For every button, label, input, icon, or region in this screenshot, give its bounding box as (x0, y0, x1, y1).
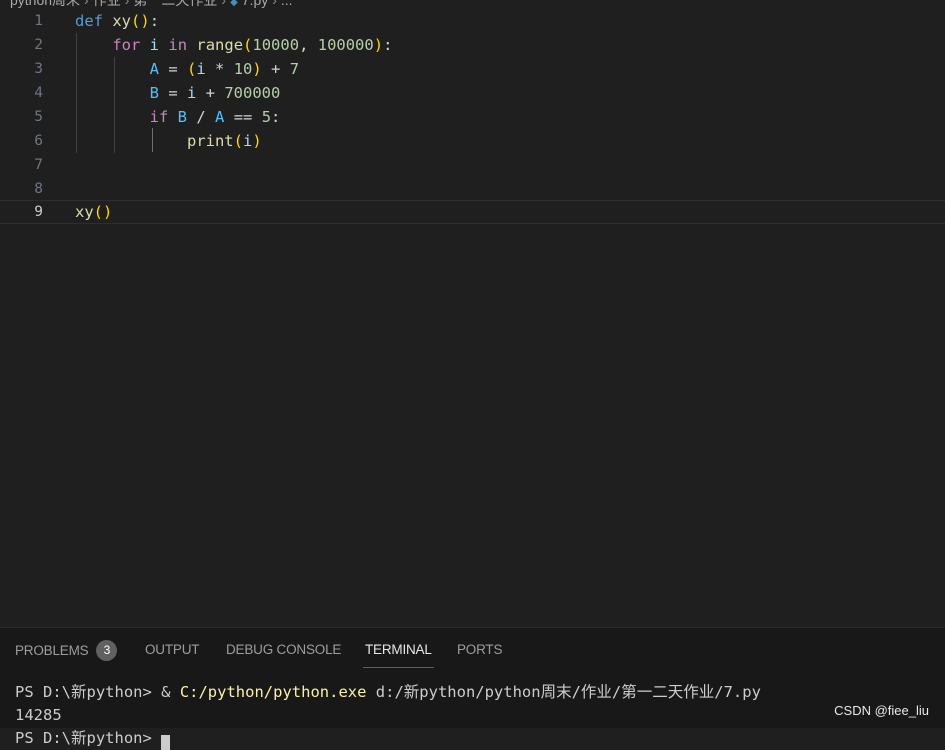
bracket: ) (252, 60, 262, 78)
chevron-right-icon: › (221, 0, 227, 8)
breadcrumb-item-folder[interactable]: python周末 (10, 0, 80, 8)
variable: i (149, 36, 160, 54)
breadcrumb-item-folder[interactable]: 第一二天作业 (133, 0, 217, 8)
colon: : (383, 36, 393, 54)
operator: * (205, 60, 234, 78)
tab-debug-console[interactable]: DEBUG CONSOLE (226, 641, 341, 667)
code-line[interactable]: 1 def xy(): (0, 9, 945, 33)
bracket: ) (140, 12, 150, 30)
bracket: ) (373, 36, 384, 54)
line-number: 6 (34, 133, 43, 149)
line-number: 5 (34, 109, 43, 125)
bracket: ( (93, 203, 104, 221)
terminal-result: 14285 (15, 706, 62, 724)
operator: == (224, 108, 262, 126)
python-file-icon: ◆ (230, 0, 238, 8)
bracket: ) (103, 203, 113, 221)
terminal-prompt: PS D:\新python> (15, 729, 162, 747)
variable: i (243, 132, 253, 150)
chevron-right-icon: › (272, 0, 277, 8)
variable: B (177, 108, 188, 126)
terminal-output[interactable]: PS D:\新python> & C:/python/python.exe d:… (15, 681, 761, 750)
comma: , (299, 36, 318, 54)
number-literal: 700000 (224, 84, 281, 102)
bracket: ( (187, 60, 197, 78)
number-literal: 7 (289, 60, 300, 78)
code-line[interactable]: 8 (0, 177, 945, 201)
tab-label: PROBLEMS (15, 643, 89, 659)
line-number: 9 (34, 204, 43, 220)
variable: A (215, 108, 225, 126)
bracket: ( (233, 132, 243, 150)
tab-ports[interactable]: PORTS (457, 641, 502, 667)
bracket: ) (252, 132, 262, 150)
terminal-executable: C:/python/python.exe (179, 683, 367, 701)
chevron-right-icon: › (124, 0, 130, 8)
line-number: 2 (34, 37, 43, 53)
line-number: 4 (34, 85, 43, 101)
code-line-current[interactable]: 9 xy() (0, 200, 945, 224)
function-name: range (196, 36, 244, 54)
bracket: ( (131, 12, 141, 30)
terminal-command-line: PS D:\新python> & C:/python/python.exe d:… (15, 681, 761, 704)
line-number: 8 (34, 181, 43, 197)
code-line[interactable]: 6 print(i) (0, 129, 945, 153)
function-name: xy (112, 12, 132, 30)
code-line[interactable]: 4 B = i + 700000 (0, 81, 945, 105)
code-line[interactable]: 7 (0, 153, 945, 177)
operator: / (187, 108, 216, 126)
operator: + (196, 84, 225, 102)
operator: = (159, 60, 187, 78)
terminal-prompt: PS D:\新python> & (15, 683, 180, 701)
colon: : (271, 108, 281, 126)
code-line[interactable]: 5 if B / A == 5: (0, 105, 945, 129)
keyword-for: for (112, 36, 141, 54)
tab-terminal[interactable]: TERMINAL (363, 641, 434, 668)
operator: + (261, 60, 290, 78)
colon: : (149, 12, 160, 30)
code-editor[interactable]: python周末 › 作业 › 第一二天作业 › ◆ 7.py ›... 1 def xy():… (0, 0, 945, 627)
breadcrumb-item-file[interactable]: 7.py (242, 0, 268, 8)
number-literal: 10000 (252, 36, 300, 54)
function-name: print (186, 132, 234, 150)
operator: = (159, 84, 187, 102)
bottom-panel: PROBLEMS 3 OUTPUT DEBUG CONSOLE TERMINAL … (0, 627, 945, 750)
variable: i (196, 60, 206, 78)
keyword-def: def (75, 12, 103, 30)
breadcrumb-item-folder[interactable]: 作业 (93, 0, 121, 8)
variable: i (187, 84, 197, 102)
tab-output[interactable]: OUTPUT (145, 641, 199, 667)
panel-tabs: PROBLEMS 3 OUTPUT DEBUG CONSOLE TERMINAL … (0, 628, 945, 672)
number-literal: 5 (261, 108, 272, 126)
variable: A (149, 60, 159, 78)
line-number: 7 (34, 157, 43, 173)
number-literal: 10 (233, 60, 253, 78)
tab-problems[interactable]: PROBLEMS 3 (15, 640, 118, 667)
line-number: 3 (34, 61, 43, 77)
watermark: CSDN @fiee_liu (834, 703, 929, 718)
number-literal: 100000 (317, 36, 374, 54)
keyword-if: if (149, 108, 169, 126)
terminal-prompt-line: PS D:\新python> (15, 727, 761, 750)
terminal-cursor (161, 735, 171, 750)
terminal-arguments: d:/新python/python周末/作业/第一二天作业/7.py (366, 683, 761, 701)
breadcrumb: python周末 › 作业 › 第一二天作业 › ◆ 7.py ›... (10, 0, 293, 9)
function-name: xy (75, 203, 94, 221)
bracket: ( (243, 36, 253, 54)
code-line[interactable]: 2 for i in range(10000, 100000): (0, 33, 945, 57)
breadcrumb-item-symbols[interactable]: ... (281, 0, 293, 8)
code-line[interactable]: 3 A = (i * 10) + 7 (0, 57, 945, 81)
keyword-in: in (168, 36, 188, 54)
chevron-right-icon: › (84, 0, 89, 8)
problems-count-badge: 3 (96, 640, 118, 661)
variable: B (149, 84, 159, 102)
line-number: 1 (34, 13, 43, 29)
